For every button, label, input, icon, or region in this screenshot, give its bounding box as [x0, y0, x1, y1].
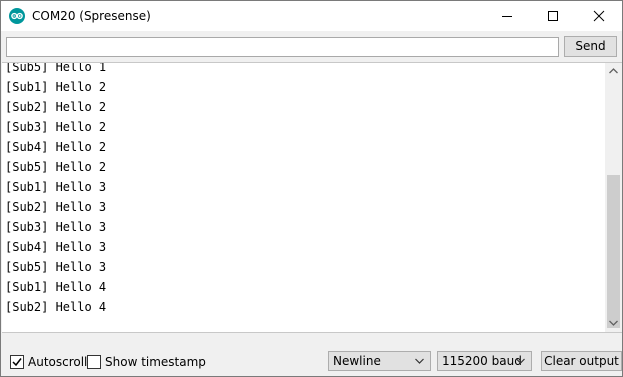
baud-rate-select[interactable]: 115200 baud: [437, 351, 532, 371]
scroll-down-button[interactable]: [605, 315, 622, 332]
bottom-bar: Autoscroll Show timestamp Newline 115200…: [1, 341, 622, 376]
maximize-icon: [548, 11, 558, 21]
serial-line: [Sub3] Hello 3: [5, 220, 107, 234]
checkmark-icon: [12, 358, 22, 367]
title-bar[interactable]: COM20 (Spresense): [1, 1, 622, 31]
serial-line: [Sub1] Hello 3: [5, 180, 107, 194]
serial-line: [Sub1] Hello 4: [5, 280, 107, 294]
chevron-down-icon: [609, 320, 618, 326]
serial-line: [Sub5] Hello 1: [5, 62, 107, 74]
close-button[interactable]: [576, 1, 622, 31]
minimize-button[interactable]: [484, 1, 530, 31]
serial-line: [Sub4] Hello 3: [5, 240, 107, 254]
window-title: COM20 (Spresense): [32, 9, 151, 23]
send-input[interactable]: [6, 37, 559, 57]
minimize-icon: [502, 16, 512, 17]
close-icon: [593, 10, 605, 22]
serial-output-lines: [Sub5] Hello 1 [Sub1] Hello 2 [Sub2] Hello…: [5, 62, 107, 317]
maximize-button[interactable]: [530, 1, 576, 31]
show-timestamp-checkbox[interactable]: [87, 355, 101, 369]
serial-monitor-window: COM20 (Spresense) Send [Sub5] Hello 1 [Su…: [0, 0, 623, 377]
serial-line: [Sub3] Hello 2: [5, 120, 107, 134]
vertical-scrollbar[interactable]: [605, 63, 622, 332]
autoscroll-label: Autoscroll: [28, 355, 88, 369]
autoscroll-checkbox[interactable]: [10, 355, 24, 369]
serial-line: [Sub1] Hello 2: [5, 80, 107, 94]
serial-output-area[interactable]: [Sub5] Hello 1 [Sub1] Hello 2 [Sub2] Hello…: [2, 62, 622, 333]
chevron-down-icon: [415, 358, 424, 364]
show-timestamp-label: Show timestamp: [105, 355, 206, 369]
clear-output-button[interactable]: Clear output: [541, 351, 622, 371]
baud-rate-value: 115200 baud: [442, 354, 522, 368]
serial-line: [Sub5] Hello 2: [5, 160, 107, 174]
serial-line: [Sub4] Hello 2: [5, 140, 107, 154]
line-ending-value: Newline: [333, 354, 381, 368]
chevron-up-icon: [609, 68, 618, 74]
chevron-down-icon: [516, 358, 525, 364]
line-ending-select[interactable]: Newline: [328, 351, 431, 371]
scroll-up-button[interactable]: [605, 63, 622, 80]
arduino-logo-icon: [9, 8, 25, 24]
serial-line: [Sub5] Hello 3: [5, 260, 107, 274]
scroll-thumb[interactable]: [607, 175, 620, 328]
send-button[interactable]: Send: [564, 36, 617, 57]
serial-line: [Sub2] Hello 4: [5, 300, 107, 314]
serial-line: [Sub2] Hello 2: [5, 100, 107, 114]
serial-line: [Sub2] Hello 3: [5, 200, 107, 214]
